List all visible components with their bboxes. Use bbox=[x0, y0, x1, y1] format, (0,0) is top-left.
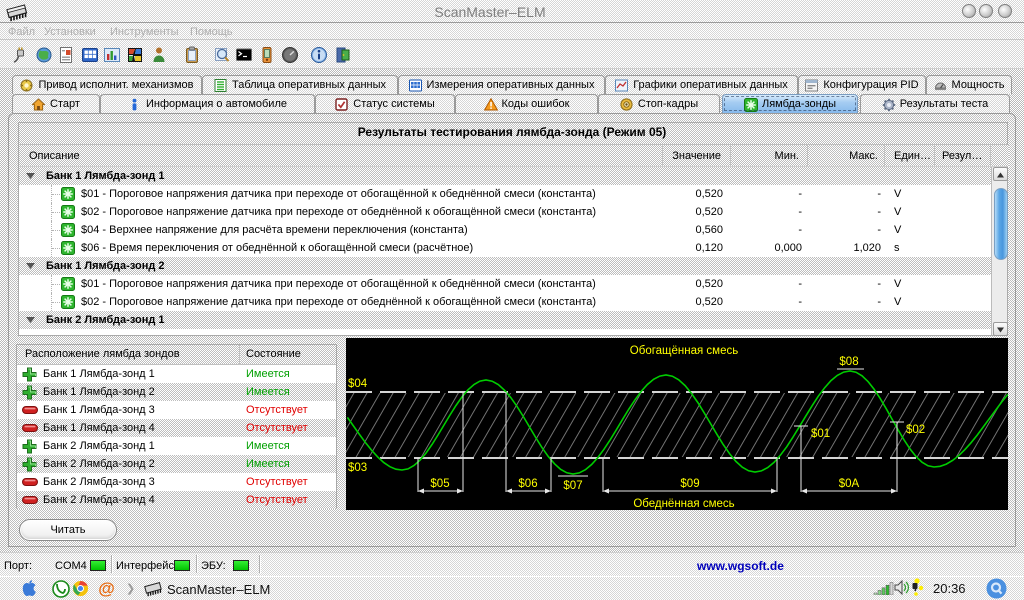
svg-text:Обогащённая смесь: Обогащённая смесь bbox=[630, 345, 738, 357]
svg-text:$05: $05 bbox=[430, 478, 449, 490]
svg-text:$09: $09 bbox=[680, 478, 699, 490]
svg-text:$03: $03 bbox=[348, 462, 367, 474]
svg-text:$08: $08 bbox=[839, 356, 858, 368]
svg-text:$07: $07 bbox=[563, 480, 582, 492]
svg-text:$06: $06 bbox=[518, 478, 537, 490]
svg-text:$04: $04 bbox=[348, 378, 368, 390]
svg-text:Обеднённая смесь: Обеднённая смесь bbox=[633, 498, 734, 510]
svg-text:$01: $01 bbox=[811, 428, 830, 440]
svg-text:$02: $02 bbox=[906, 424, 925, 436]
svg-text:$0A: $0A bbox=[839, 478, 860, 490]
